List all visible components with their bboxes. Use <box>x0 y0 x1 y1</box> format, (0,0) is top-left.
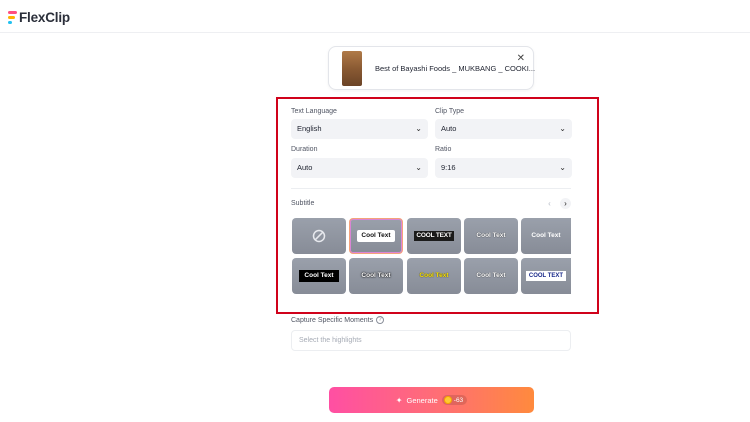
subtitle-style-label: Cool Text <box>419 271 449 279</box>
ratio-select[interactable]: 9:16 ⌄ <box>435 158 572 178</box>
chevron-down-icon: ⌄ <box>415 163 422 172</box>
subtitle-style-label: Cool Text <box>531 231 561 239</box>
chevron-down-icon: ⌄ <box>559 163 566 172</box>
help-icon[interactable]: ? <box>376 316 385 324</box>
chevron-down-icon: ⌄ <box>559 124 566 133</box>
text-language-select[interactable]: English ⌄ <box>291 119 428 139</box>
top-bar: FlexClip <box>0 0 750 33</box>
ratio-value: 9:16 <box>441 163 456 172</box>
sparkle-icon: ✦ <box>395 395 403 405</box>
none-icon <box>312 229 326 243</box>
video-thumbnail <box>342 51 362 86</box>
chevron-left-icon[interactable]: ‹ <box>544 198 555 209</box>
subtitle-style-6[interactable]: Cool Text <box>292 258 346 294</box>
clip-type-select[interactable]: Auto ⌄ <box>435 119 572 139</box>
subtitle-style-label: Cool Text <box>476 231 506 239</box>
credit-badge: -63 <box>441 395 468 405</box>
subtitle-style-7[interactable]: Cool Text <box>349 258 403 294</box>
subtitle-style-10[interactable]: COOL TEXT <box>521 258 571 294</box>
subtitle-style-4[interactable]: Cool Text <box>464 218 518 254</box>
source-video-card: Best of Bayashi Foods _ MUKBANG _ COOKI.… <box>328 46 536 90</box>
duration-select[interactable]: Auto ⌄ <box>291 158 428 178</box>
clip-type-label: Clip Type <box>435 108 465 115</box>
subtitle-style-label: Cool Text <box>299 269 339 283</box>
ratio-label: Ratio <box>435 146 452 153</box>
subtitle-style-2[interactable]: Cool Text <box>349 218 403 254</box>
subtitle-style-3[interactable]: COOL TEXT <box>407 218 461 254</box>
subtitle-style-label: COOL TEXT <box>525 271 567 281</box>
capture-moments-text: Capture Specific Moments <box>291 316 374 324</box>
subtitle-style-label: COOL TEXT <box>414 230 454 242</box>
subtitle-style-9[interactable]: Cool Text <box>464 258 518 294</box>
close-icon[interactable]: ✕ <box>517 53 525 64</box>
highlights-input[interactable]: Select the highlights <box>291 330 571 351</box>
subtitle-style-8[interactable]: Cool Text <box>407 258 461 294</box>
duration-label: Duration <box>291 146 318 153</box>
section-divider <box>291 188 571 189</box>
video-title: Best of Bayashi Foods _ MUKBANG _ COOKI.… <box>375 64 536 73</box>
subtitle-style-label: Cool Text <box>357 229 395 243</box>
credit-cost: -63 <box>453 396 464 404</box>
generate-label: Generate <box>406 395 438 405</box>
text-language-label: Text Language <box>291 108 337 115</box>
flexclip-logo[interactable]: FlexClip <box>8 9 70 25</box>
clip-type-value: Auto <box>441 124 457 133</box>
subtitle-style-5[interactable]: Cool Text <box>521 218 571 254</box>
subtitle-label: Subtitle <box>291 200 315 207</box>
subtitle-style-none[interactable] <box>292 218 346 254</box>
text-language-value: English <box>297 124 322 133</box>
chevron-down-icon: ⌄ <box>415 124 422 133</box>
coin-icon <box>443 396 452 404</box>
duration-value: Auto <box>297 163 313 172</box>
highlights-placeholder: Select the highlights <box>299 337 362 344</box>
chevron-right-icon[interactable]: › <box>560 198 571 209</box>
generate-button[interactable]: ✦ Generate -63 <box>329 387 534 413</box>
subtitle-style-label: Cool Text <box>476 271 506 279</box>
subtitle-style-label: Cool Text <box>361 271 391 279</box>
capture-moments-label: Capture Specific Moments ? <box>291 316 385 324</box>
logo-mark-icon <box>8 10 18 24</box>
logo-text: FlexClip <box>19 9 70 25</box>
